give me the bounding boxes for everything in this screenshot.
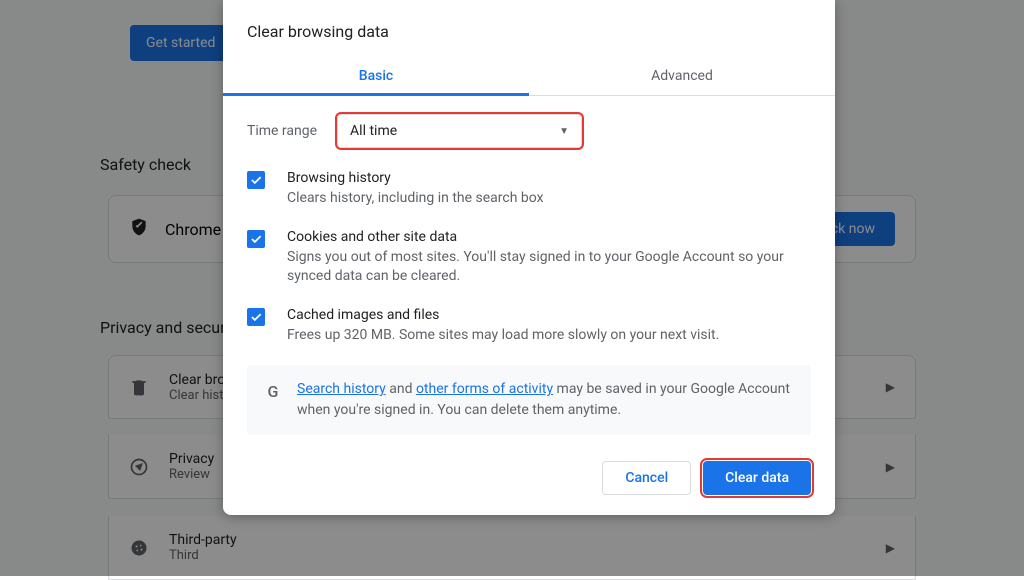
dialog-tabs: Basic Advanced xyxy=(223,57,835,96)
cache-checkbox[interactable] xyxy=(247,308,265,326)
dialog-title: Clear browsing data xyxy=(247,22,811,41)
dropdown-triangle-icon: ▼ xyxy=(559,126,569,137)
check-title: Browsing history xyxy=(287,170,811,186)
time-range-label: Time range xyxy=(247,123,317,139)
check-title: Cached images and files xyxy=(287,307,811,323)
clear-data-button[interactable]: Clear data xyxy=(703,461,811,495)
clear-browsing-data-dialog: Clear browsing data Basic Advanced Time … xyxy=(223,0,835,515)
other-activity-link[interactable]: other forms of activity xyxy=(416,381,553,397)
cookies-checkbox[interactable] xyxy=(247,230,265,248)
check-desc: Signs you out of most sites. You'll stay… xyxy=(287,248,811,287)
check-title: Cookies and other site data xyxy=(287,229,811,245)
google-g-icon: G xyxy=(263,381,283,401)
info-text: Search history and other forms of activi… xyxy=(297,379,795,421)
tab-basic[interactable]: Basic xyxy=(223,57,529,95)
tab-advanced[interactable]: Advanced xyxy=(529,57,835,95)
search-history-link[interactable]: Search history xyxy=(297,381,386,397)
time-range-value: All time xyxy=(350,123,397,139)
browsing-history-checkbox[interactable] xyxy=(247,171,265,189)
check-desc: Frees up 320 MB. Some sites may load mor… xyxy=(287,326,811,346)
google-account-info: G Search history and other forms of acti… xyxy=(247,365,811,435)
time-range-select[interactable]: All time ▼ xyxy=(337,114,582,148)
check-desc: Clears history, including in the search … xyxy=(287,189,811,209)
cancel-button[interactable]: Cancel xyxy=(602,461,691,495)
